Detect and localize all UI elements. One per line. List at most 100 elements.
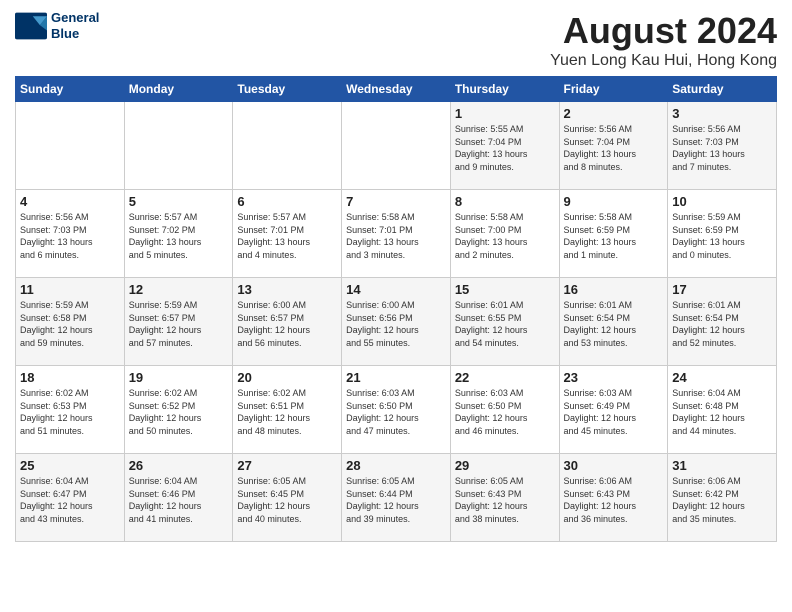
day-number: 29 xyxy=(455,458,555,473)
calendar-day-cell: 22 Sunrise: 6:03 AM Sunset: 6:50 PM Dayli… xyxy=(450,366,559,454)
day-detail: Sunrise: 6:06 AM Sunset: 6:42 PM Dayligh… xyxy=(672,475,772,525)
day-detail: Sunrise: 5:56 AM Sunset: 7:04 PM Dayligh… xyxy=(564,123,664,173)
day-number: 6 xyxy=(237,194,337,209)
calendar-day-cell: 9 Sunrise: 5:58 AM Sunset: 6:59 PM Daylig… xyxy=(559,190,668,278)
calendar-table: SundayMondayTuesdayWednesdayThursdayFrid… xyxy=(15,76,777,542)
calendar-day-cell: 25 Sunrise: 6:04 AM Sunset: 6:47 PM Dayli… xyxy=(16,454,125,542)
day-number: 18 xyxy=(20,370,120,385)
calendar-day-cell: 11Sunrise: 5:59 AM Sunset: 6:58 PM Dayli… xyxy=(16,278,125,366)
day-detail: Sunrise: 5:56 AM Sunset: 7:03 PM Dayligh… xyxy=(20,211,120,261)
column-header-wednesday: Wednesday xyxy=(342,77,451,102)
day-detail: Sunrise: 5:55 AM Sunset: 7:04 PM Dayligh… xyxy=(455,123,555,173)
day-number: 17 xyxy=(672,282,772,297)
calendar-day-cell: 18 Sunrise: 6:02 AM Sunset: 6:53 PM Dayli… xyxy=(16,366,125,454)
calendar-day-cell xyxy=(233,102,342,190)
calendar-body: 1Sunrise: 5:55 AM Sunset: 7:04 PM Daylig… xyxy=(16,102,777,542)
calendar-day-cell: 19 Sunrise: 6:02 AM Sunset: 6:52 PM Dayli… xyxy=(124,366,233,454)
day-detail: Sunrise: 6:03 AM Sunset: 6:50 PM Dayligh… xyxy=(455,387,555,437)
calendar-day-cell: 20 Sunrise: 6:02 AM Sunset: 6:51 PM Dayli… xyxy=(233,366,342,454)
calendar-week-row: 11Sunrise: 5:59 AM Sunset: 6:58 PM Dayli… xyxy=(16,278,777,366)
column-header-monday: Monday xyxy=(124,77,233,102)
day-number: 20 xyxy=(237,370,337,385)
column-header-sunday: Sunday xyxy=(16,77,125,102)
calendar-day-cell: 8 Sunrise: 5:58 AM Sunset: 7:00 PM Daylig… xyxy=(450,190,559,278)
day-detail: Sunrise: 5:58 AM Sunset: 7:01 PM Dayligh… xyxy=(346,211,446,261)
calendar-day-cell: 24Sunrise: 6:04 AM Sunset: 6:48 PM Dayli… xyxy=(668,366,777,454)
day-detail: Sunrise: 6:05 AM Sunset: 6:44 PM Dayligh… xyxy=(346,475,446,525)
day-detail: Sunrise: 5:59 AM Sunset: 6:59 PM Dayligh… xyxy=(672,211,772,261)
page-header: General Blue August 2024 Yuen Long Kau H… xyxy=(15,10,777,70)
day-number: 15 xyxy=(455,282,555,297)
calendar-week-row: 25 Sunrise: 6:04 AM Sunset: 6:47 PM Dayli… xyxy=(16,454,777,542)
day-detail: Sunrise: 6:02 AM Sunset: 6:52 PM Dayligh… xyxy=(129,387,229,437)
calendar-day-cell xyxy=(16,102,125,190)
calendar-day-cell: 15 Sunrise: 6:01 AM Sunset: 6:55 PM Dayli… xyxy=(450,278,559,366)
day-detail: Sunrise: 6:01 AM Sunset: 6:55 PM Dayligh… xyxy=(455,299,555,349)
day-detail: Sunrise: 6:05 AM Sunset: 6:43 PM Dayligh… xyxy=(455,475,555,525)
day-number: 19 xyxy=(129,370,229,385)
day-number: 9 xyxy=(564,194,664,209)
day-number: 8 xyxy=(455,194,555,209)
calendar-day-cell: 30 Sunrise: 6:06 AM Sunset: 6:43 PM Dayli… xyxy=(559,454,668,542)
calendar-day-cell: 21 Sunrise: 6:03 AM Sunset: 6:50 PM Dayli… xyxy=(342,366,451,454)
calendar-day-cell: 4 Sunrise: 5:56 AM Sunset: 7:03 PM Daylig… xyxy=(16,190,125,278)
calendar-day-cell: 3 Sunrise: 5:56 AM Sunset: 7:03 PM Daylig… xyxy=(668,102,777,190)
calendar-week-row: 4 Sunrise: 5:56 AM Sunset: 7:03 PM Daylig… xyxy=(16,190,777,278)
day-detail: Sunrise: 6:01 AM Sunset: 6:54 PM Dayligh… xyxy=(672,299,772,349)
day-number: 26 xyxy=(129,458,229,473)
column-header-friday: Friday xyxy=(559,77,668,102)
day-detail: Sunrise: 6:03 AM Sunset: 6:49 PM Dayligh… xyxy=(564,387,664,437)
calendar-day-cell: 31Sunrise: 6:06 AM Sunset: 6:42 PM Dayli… xyxy=(668,454,777,542)
day-number: 28 xyxy=(346,458,446,473)
day-detail: Sunrise: 6:04 AM Sunset: 6:48 PM Dayligh… xyxy=(672,387,772,437)
logo-text: General Blue xyxy=(51,10,99,41)
day-detail: Sunrise: 6:04 AM Sunset: 6:47 PM Dayligh… xyxy=(20,475,120,525)
calendar-day-cell: 26 Sunrise: 6:04 AM Sunset: 6:46 PM Dayli… xyxy=(124,454,233,542)
day-detail: Sunrise: 6:05 AM Sunset: 6:45 PM Dayligh… xyxy=(237,475,337,525)
day-detail: Sunrise: 5:58 AM Sunset: 6:59 PM Dayligh… xyxy=(564,211,664,261)
day-detail: Sunrise: 5:59 AM Sunset: 6:58 PM Dayligh… xyxy=(20,299,120,349)
subtitle: Yuen Long Kau Hui, Hong Kong xyxy=(550,52,777,70)
day-number: 5 xyxy=(129,194,229,209)
main-title: August 2024 xyxy=(550,10,777,52)
calendar-day-cell: 13Sunrise: 6:00 AM Sunset: 6:57 PM Dayli… xyxy=(233,278,342,366)
day-detail: Sunrise: 6:02 AM Sunset: 6:53 PM Dayligh… xyxy=(20,387,120,437)
calendar-day-cell: 7 Sunrise: 5:58 AM Sunset: 7:01 PM Daylig… xyxy=(342,190,451,278)
day-number: 25 xyxy=(20,458,120,473)
day-detail: Sunrise: 6:04 AM Sunset: 6:46 PM Dayligh… xyxy=(129,475,229,525)
day-detail: Sunrise: 6:06 AM Sunset: 6:43 PM Dayligh… xyxy=(564,475,664,525)
logo-icon xyxy=(15,12,47,40)
day-detail: Sunrise: 5:57 AM Sunset: 7:02 PM Dayligh… xyxy=(129,211,229,261)
day-number: 30 xyxy=(564,458,664,473)
day-detail: Sunrise: 6:01 AM Sunset: 6:54 PM Dayligh… xyxy=(564,299,664,349)
day-detail: Sunrise: 6:03 AM Sunset: 6:50 PM Dayligh… xyxy=(346,387,446,437)
logo: General Blue xyxy=(15,10,99,41)
calendar-day-cell: 29 Sunrise: 6:05 AM Sunset: 6:43 PM Dayli… xyxy=(450,454,559,542)
day-number: 22 xyxy=(455,370,555,385)
calendar-week-row: 18 Sunrise: 6:02 AM Sunset: 6:53 PM Dayli… xyxy=(16,366,777,454)
column-header-tuesday: Tuesday xyxy=(233,77,342,102)
calendar-day-cell: 2Sunrise: 5:56 AM Sunset: 7:04 PM Daylig… xyxy=(559,102,668,190)
calendar-day-cell: 10 Sunrise: 5:59 AM Sunset: 6:59 PM Dayli… xyxy=(668,190,777,278)
day-number: 27 xyxy=(237,458,337,473)
calendar-week-row: 1Sunrise: 5:55 AM Sunset: 7:04 PM Daylig… xyxy=(16,102,777,190)
calendar-day-cell: 12Sunrise: 5:59 AM Sunset: 6:57 PM Dayli… xyxy=(124,278,233,366)
day-number: 3 xyxy=(672,106,772,121)
day-number: 10 xyxy=(672,194,772,209)
day-number: 16 xyxy=(564,282,664,297)
calendar-day-cell: 14Sunrise: 6:00 AM Sunset: 6:56 PM Dayli… xyxy=(342,278,451,366)
day-detail: Sunrise: 6:00 AM Sunset: 6:57 PM Dayligh… xyxy=(237,299,337,349)
day-number: 23 xyxy=(564,370,664,385)
day-number: 4 xyxy=(20,194,120,209)
calendar-day-cell: 6Sunrise: 5:57 AM Sunset: 7:01 PM Daylig… xyxy=(233,190,342,278)
day-detail: Sunrise: 5:59 AM Sunset: 6:57 PM Dayligh… xyxy=(129,299,229,349)
day-detail: Sunrise: 5:58 AM Sunset: 7:00 PM Dayligh… xyxy=(455,211,555,261)
title-block: August 2024 Yuen Long Kau Hui, Hong Kong xyxy=(550,10,777,70)
calendar-day-cell: 16 Sunrise: 6:01 AM Sunset: 6:54 PM Dayli… xyxy=(559,278,668,366)
calendar-day-cell xyxy=(124,102,233,190)
day-number: 21 xyxy=(346,370,446,385)
day-number: 7 xyxy=(346,194,446,209)
day-detail: Sunrise: 6:02 AM Sunset: 6:51 PM Dayligh… xyxy=(237,387,337,437)
day-detail: Sunrise: 5:56 AM Sunset: 7:03 PM Dayligh… xyxy=(672,123,772,173)
calendar-day-cell: 27 Sunrise: 6:05 AM Sunset: 6:45 PM Dayli… xyxy=(233,454,342,542)
